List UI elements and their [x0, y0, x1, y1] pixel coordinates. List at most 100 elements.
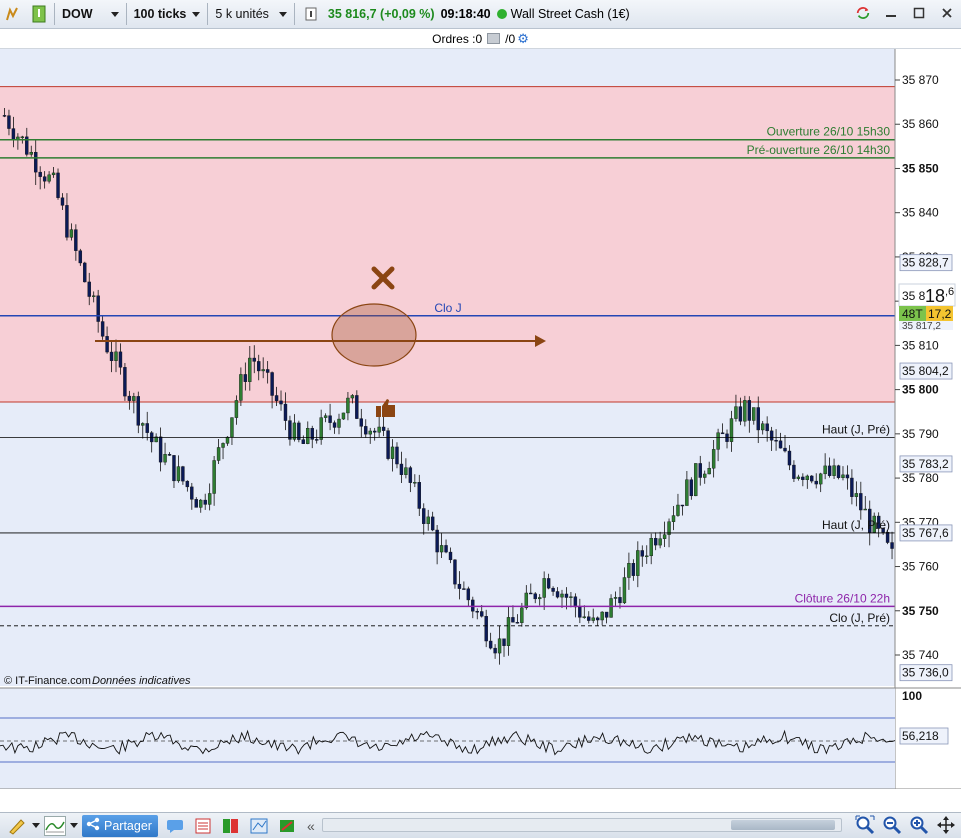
orders-count-pending: 0 — [475, 31, 483, 46]
candle-body — [404, 467, 408, 475]
candle-body — [604, 611, 609, 618]
counter-sub: 35 817,2 — [902, 321, 941, 332]
refresh-icon[interactable] — [855, 4, 871, 22]
zoom-in-icon[interactable] — [908, 815, 930, 835]
candle-body — [145, 423, 149, 433]
level-label: Clôture 26/10 22h — [795, 591, 890, 605]
current-price-small: ,6 — [945, 286, 954, 298]
price-tag-label: 35 783,2 — [902, 457, 949, 471]
watermark: © IT-Finance.com — [4, 675, 91, 687]
compare-icon[interactable] — [248, 816, 270, 836]
draw-tools-icon[interactable] — [2, 4, 24, 24]
list-icon[interactable] — [192, 816, 214, 836]
price-tick-label: 35 790 — [902, 427, 939, 441]
candle-body — [422, 508, 426, 524]
candle-body — [181, 466, 185, 482]
level-label: Pré-ouverture 26/10 14h30 — [747, 143, 891, 157]
annotation-ellipse[interactable] — [331, 303, 417, 367]
candle-body — [399, 463, 404, 475]
instrument-select[interactable]: DOW — [58, 2, 123, 26]
price-chart[interactable]: Ouverture 26/10 15h30 Pré-ouverture 26/10… — [0, 49, 961, 789]
share-button[interactable]: Partager — [82, 814, 158, 837]
candle-body — [645, 555, 649, 558]
candle-body — [359, 418, 363, 427]
info-icon[interactable] — [300, 4, 322, 24]
scrollbar-thumb[interactable] — [731, 820, 835, 830]
last-price: 35 816,7 (+0,09 %) — [327, 7, 435, 21]
tools-icon[interactable] — [276, 816, 298, 836]
candle-body — [462, 588, 466, 590]
price-tick-label: 35 870 — [902, 73, 939, 87]
candle-body — [711, 449, 716, 469]
scroll-left-icon[interactable]: « — [304, 816, 318, 836]
candle-body — [863, 508, 867, 511]
oscillator-pane[interactable] — [0, 688, 895, 789]
gear-icon[interactable]: ⚙ — [517, 31, 529, 47]
candle-body — [185, 480, 190, 488]
candle-body — [595, 617, 600, 621]
candle-body — [631, 563, 636, 576]
candle-body — [368, 430, 372, 435]
candle-body — [87, 281, 91, 297]
candle-body — [127, 395, 132, 401]
chevron-down-icon[interactable] — [69, 816, 79, 836]
orders-book-icon[interactable] — [220, 816, 242, 836]
candle-body — [7, 115, 11, 129]
candle-body — [769, 430, 774, 441]
minimize-icon[interactable] — [883, 4, 899, 22]
candle-body — [573, 596, 578, 608]
candle-body — [805, 475, 809, 480]
candle-body — [761, 423, 765, 431]
maximize-icon[interactable] — [911, 4, 927, 22]
cancel-orders-icon[interactable] — [487, 33, 501, 44]
pan-icon[interactable] — [935, 815, 957, 835]
candle-body — [11, 128, 16, 140]
last-time: 09:18:40 — [440, 7, 491, 21]
candle-body — [854, 493, 859, 497]
current-price-big: 18 — [925, 286, 945, 306]
candle-body — [163, 454, 167, 463]
quantity-select[interactable]: 5 k unités — [211, 2, 291, 26]
candle-body — [381, 426, 386, 431]
candle-body — [600, 611, 604, 621]
interval-select[interactable]: 100 ticks — [130, 2, 205, 26]
indicator-icon[interactable] — [44, 815, 66, 836]
price-tag-label: 35 804,2 — [902, 364, 949, 378]
candle-body — [212, 460, 216, 494]
chevron-down-icon[interactable] — [31, 816, 41, 836]
candle-body — [658, 538, 662, 546]
zoom-fit-icon[interactable] — [854, 815, 876, 835]
chat-icon[interactable] — [164, 816, 186, 836]
candle-body — [564, 593, 569, 598]
candle-body — [265, 369, 270, 373]
pencil-icon[interactable] — [6, 816, 28, 836]
time-scrollbar[interactable] — [322, 818, 842, 832]
candle-body — [774, 440, 778, 442]
candle-body — [484, 616, 488, 642]
alert-icon[interactable] — [28, 4, 50, 24]
candle-body — [752, 407, 756, 421]
candle-body — [136, 396, 141, 426]
zoom-out-icon[interactable] — [881, 815, 903, 835]
candle-body — [613, 597, 618, 599]
candle-body — [34, 151, 38, 173]
orders-bar: Ordres : 0 / 0 ⚙ — [0, 29, 961, 49]
price-tick-label: 35 800 — [902, 383, 939, 397]
candle-body — [42, 176, 47, 182]
candle-body — [199, 499, 203, 508]
osc-value: 56,218 — [902, 729, 939, 743]
candle-body — [885, 531, 890, 543]
candle-body — [640, 550, 644, 557]
close-icon[interactable] — [939, 4, 955, 22]
price-zone — [0, 86, 895, 402]
market-status-icon — [496, 9, 507, 19]
candle-body — [248, 357, 252, 382]
candle-body — [836, 465, 841, 478]
price-tag-label: 35 736,0 — [902, 666, 949, 680]
candle-body — [194, 499, 198, 508]
candle-body — [141, 423, 145, 426]
candle-body — [841, 474, 845, 478]
candle-body — [29, 151, 33, 155]
candle-body — [729, 418, 734, 442]
candle-body — [386, 430, 390, 459]
